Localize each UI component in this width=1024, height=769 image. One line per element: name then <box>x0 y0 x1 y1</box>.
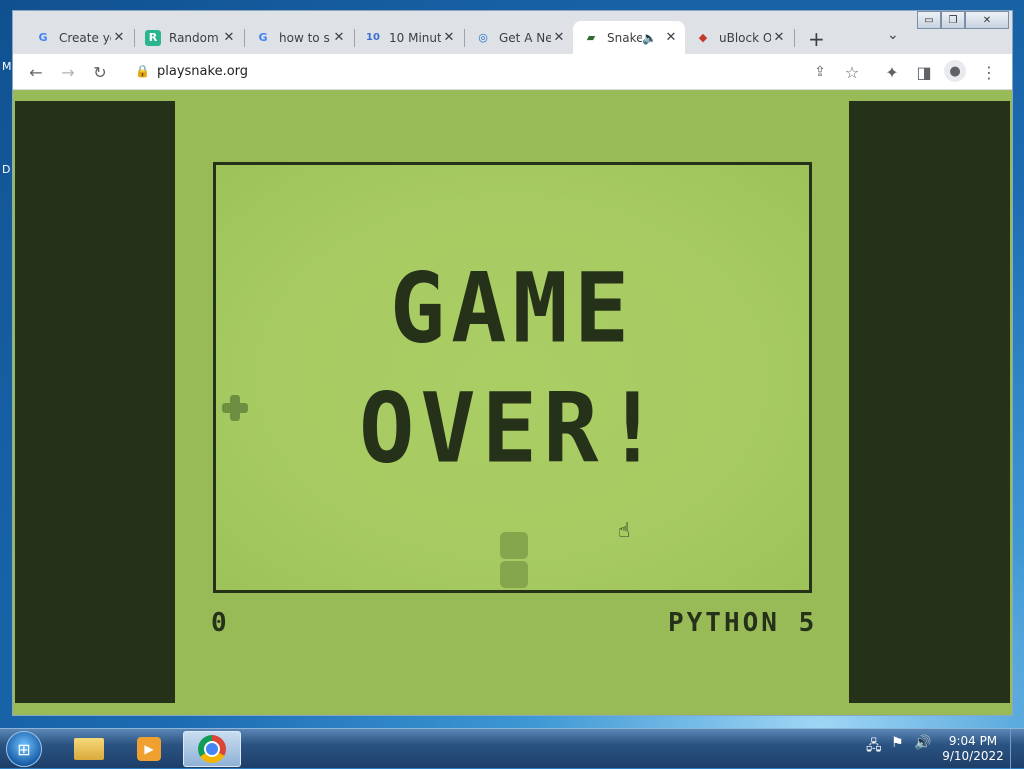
profile-avatar-icon[interactable]: ● <box>944 60 966 82</box>
tab-label: Random <box>169 30 219 45</box>
google-icon: G <box>258 31 268 44</box>
forward-arrow-icon[interactable]: → <box>56 60 80 84</box>
random-favicon-icon: R <box>145 29 161 46</box>
game-page: GAME OVER! 0 PYTHON 5 ☝ <box>13 90 1012 715</box>
close-icon[interactable]: ✕ <box>771 30 787 45</box>
hand-cursor-icon: ☝ <box>618 518 631 542</box>
action-center-icon[interactable]: ⚑ <box>891 735 904 751</box>
star-icon[interactable]: ☆ <box>840 60 864 84</box>
menu-kebab-icon[interactable]: ⋮ <box>977 60 1001 84</box>
close-icon[interactable]: ✕ <box>663 30 679 45</box>
tab-random[interactable]: R Random ✕ <box>135 21 243 54</box>
tab-how-to[interactable]: G how to s ✕ <box>245 21 353 54</box>
score-value: 0 <box>211 608 230 638</box>
network-icon[interactable]: 🖧 <box>866 735 882 759</box>
tab-label: 10 Minute <box>389 30 441 45</box>
media-player-icon[interactable]: ▶ <box>120 731 178 767</box>
side-panel-icon[interactable]: ◨ <box>912 60 936 84</box>
file-explorer-icon[interactable] <box>60 731 118 767</box>
snake-segment <box>500 561 528 588</box>
tab-ublock[interactable]: ◆ uBlock Or ✕ <box>685 21 793 54</box>
tab-snake[interactable]: ▰ Snake 🔈 ✕ <box>573 21 685 54</box>
taskbar: ⊞ ▶ 🖧 ⚑ 🔊 9:04 PM 9/10/2022 <box>0 728 1024 769</box>
desktop-icon-label[interactable]: D <box>2 163 10 176</box>
clock-date: 9/10/2022 <box>942 749 1004 763</box>
game-mode-label: PYTHON 5 <box>668 608 818 638</box>
close-icon[interactable]: ✕ <box>111 30 127 45</box>
tab-strip: G Create your ✕ R Random ✕ G how to s ✕ … <box>13 11 1012 54</box>
share-icon[interactable]: ⇪ <box>808 60 832 84</box>
tab-search-button[interactable]: ⌄ <box>887 27 899 43</box>
tab-create[interactable]: G Create your ✕ <box>25 21 133 54</box>
address-bar[interactable]: 🔒 playsnake.org <box>125 58 875 86</box>
minimize-button[interactable]: ▭ <box>917 11 941 29</box>
snake-segment <box>500 532 528 559</box>
food-pellet <box>222 395 248 421</box>
lock-icon[interactable]: 🔒 <box>135 64 150 78</box>
back-arrow-icon[interactable]: ← <box>24 60 48 84</box>
close-icon[interactable]: ✕ <box>551 30 567 45</box>
reload-icon[interactable]: ↻ <box>88 60 112 84</box>
start-button[interactable]: ⊞ <box>6 731 42 767</box>
chrome-taskbar-icon[interactable] <box>183 731 241 767</box>
right-panel <box>849 101 1010 703</box>
close-icon[interactable]: ✕ <box>441 30 457 45</box>
tab-10-minute[interactable]: 10 10 Minute ✕ <box>355 21 463 54</box>
game-over-line-1: GAME <box>389 252 636 365</box>
google-icon: G <box>38 31 48 44</box>
speaker-icon[interactable]: 🔈 <box>642 31 657 45</box>
close-window-button[interactable]: ✕ <box>965 11 1009 29</box>
tab-label: Get A Ne <box>499 30 551 45</box>
ublock-icon: ◆ <box>698 31 708 44</box>
desktop-icon-label[interactable]: M <box>2 60 12 73</box>
browser-toolbar: ← → ↻ 🔒 playsnake.org ⇪ ☆ ✦ ◨ ● ⋮ <box>13 54 1012 90</box>
tab-get-a-new[interactable]: ◎ Get A Ne ✕ <box>465 21 573 54</box>
volume-icon[interactable]: 🔊 <box>914 735 931 751</box>
left-panel <box>15 101 175 703</box>
snake-favicon-icon: ▰ <box>586 31 596 44</box>
game-over-line-2: OVER! <box>359 372 666 485</box>
system-clock[interactable]: 9:04 PM 9/10/2022 <box>940 734 1006 764</box>
show-desktop-button[interactable] <box>1010 729 1024 769</box>
maximize-button[interactable]: ❐ <box>941 11 965 29</box>
tab-label: Snake <box>607 30 643 45</box>
extensions-icon[interactable]: ✦ <box>880 60 904 84</box>
tab-label: uBlock Or <box>719 30 771 45</box>
url-text[interactable]: playsnake.org <box>157 64 248 79</box>
browser-window: G Create your ✕ R Random ✕ G how to s ✕ … <box>12 10 1013 716</box>
new-tab-button[interactable]: + <box>808 27 825 51</box>
game-board[interactable]: GAME OVER! <box>213 162 812 593</box>
tab-label: Create your <box>59 30 111 45</box>
close-icon[interactable]: ✕ <box>221 30 237 45</box>
ten-minute-mail-icon: 10 <box>366 32 380 43</box>
clock-time: 9:04 PM <box>948 734 998 748</box>
signal-icon: ◎ <box>478 31 488 44</box>
tab-label: how to s <box>279 30 330 45</box>
close-icon[interactable]: ✕ <box>331 30 347 45</box>
